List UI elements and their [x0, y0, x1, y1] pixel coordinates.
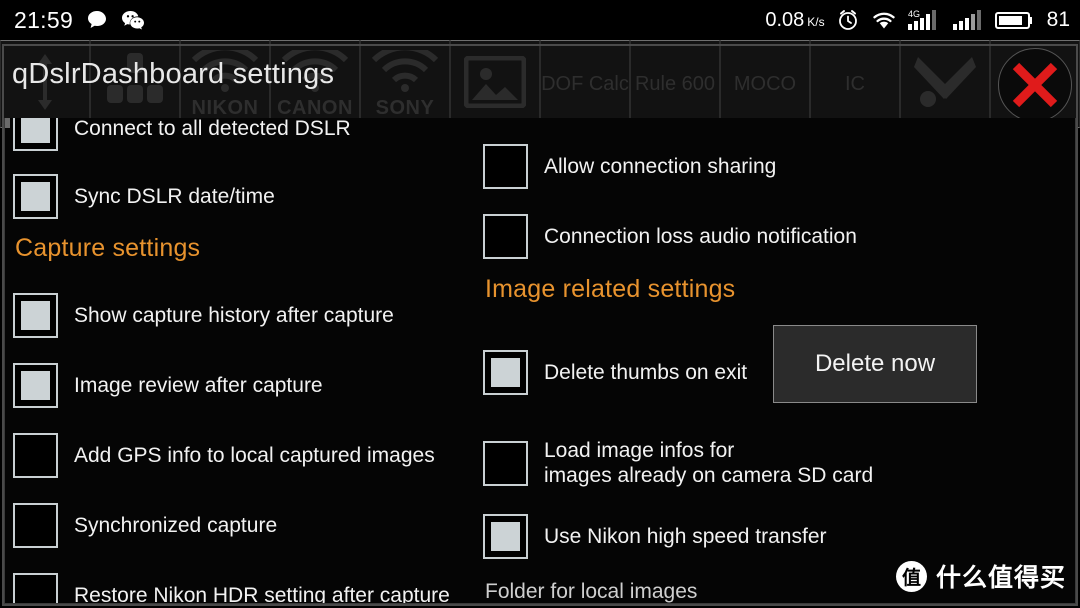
setting-label: Connection loss audio notification [544, 225, 857, 248]
status-bar: 21:59 0.08 K/s 4G 81 [0, 0, 1080, 40]
wechat-icon [121, 9, 145, 31]
setting-label: Add GPS info to local captured images [74, 444, 435, 467]
close-x-icon [1004, 54, 1066, 116]
checkbox[interactable] [483, 514, 528, 559]
tools-icon [912, 53, 978, 116]
network-speed-unit: K/s [807, 14, 825, 29]
setting-add-gps-info[interactable]: Add GPS info to local captured images [13, 433, 483, 478]
status-bar-left: 21:59 [14, 7, 145, 34]
setting-label-folder-for-local-images: Folder for local images [485, 580, 698, 603]
checkbox[interactable] [13, 573, 58, 603]
tab-sony[interactable]: SONY [360, 40, 450, 128]
wifi-icon [371, 43, 439, 97]
tab-moco[interactable]: MOCO [720, 40, 810, 128]
signal-icon [952, 8, 983, 32]
tab-ic[interactable]: IC [810, 40, 900, 128]
setting-label: Connect to all detected DSLR [74, 118, 351, 140]
wifi-icon [871, 9, 897, 31]
signal-4g-icon: 4G [907, 8, 942, 32]
setting-sync-dslr-datetime[interactable]: Sync DSLR date/time [13, 174, 483, 219]
scrollbar-thumb[interactable] [5, 118, 10, 128]
setting-image-review-after-capture[interactable]: Image review after capture [13, 363, 483, 408]
watermark: 值 什么值得买 [895, 558, 1066, 594]
status-bar-right: 0.08 K/s 4G 81 [765, 8, 1070, 32]
checkbox[interactable] [13, 503, 58, 548]
tab-label: Rule 600 [634, 73, 716, 95]
checkbox[interactable] [13, 363, 58, 408]
checkbox[interactable] [483, 350, 528, 395]
checkbox[interactable] [483, 214, 528, 259]
setting-label: Show capture history after capture [74, 304, 394, 327]
delete-now-button[interactable]: Delete now [773, 325, 977, 403]
settings-content: Connect to all detected DSLR Sync DSLR d… [4, 118, 1076, 604]
setting-restore-nikon-hdr[interactable]: Restore Nikon HDR setting after capture [13, 573, 483, 604]
tab-label: IC [845, 73, 865, 95]
tab-rule-600[interactable]: Rule 600 [630, 40, 720, 128]
setting-synchronized-capture[interactable]: Synchronized capture [13, 503, 483, 548]
tab-label: MOCO [733, 73, 797, 95]
setting-connection-loss-audio[interactable]: Connection loss audio notification [483, 214, 953, 259]
checkbox[interactable] [13, 293, 58, 338]
setting-label: Load image infos for images already on c… [544, 439, 874, 487]
setting-label: Sync DSLR date/time [74, 185, 275, 208]
setting-label: Restore Nikon HDR setting after capture [74, 584, 450, 604]
setting-show-capture-history[interactable]: Show capture history after capture [13, 293, 483, 338]
tab-label: DOF Calc [541, 73, 629, 95]
setting-connect-all-dslr[interactable]: Connect to all detected DSLR [13, 118, 483, 151]
setting-allow-connection-sharing[interactable]: Allow connection sharing [483, 144, 953, 189]
checkbox[interactable] [13, 174, 58, 219]
settings-column-right: Allow connection sharing Connection loss… [483, 118, 977, 603]
tab-label: CANON [277, 96, 353, 119]
chat-bubble-icon [86, 9, 108, 31]
settings-column-left: Connect to all detected DSLR Sync DSLR d… [13, 118, 483, 604]
section-heading-image-related-settings: Image related settings [485, 275, 736, 303]
setting-use-nikon-high-speed-transfer[interactable]: Use Nikon high speed transfer [483, 514, 953, 559]
battery-icon [994, 9, 1034, 31]
checkbox[interactable] [483, 144, 528, 189]
tab-label: NIKON [191, 96, 259, 119]
checkbox[interactable] [13, 118, 58, 151]
page-title: qDslrDashboard settings [12, 58, 335, 90]
image-icon [463, 55, 527, 113]
alarm-clock-icon [836, 8, 860, 32]
status-clock: 21:59 [14, 6, 74, 33]
setting-label: Image review after capture [74, 374, 323, 397]
setting-label: Delete thumbs on exit [544, 361, 748, 384]
tab-dof-calc[interactable]: DOF Calc [540, 40, 630, 128]
battery-level: 81 [1046, 8, 1070, 31]
section-heading-capture-settings: Capture settings [15, 234, 201, 262]
setting-label: Allow connection sharing [544, 155, 777, 178]
watermark-badge: 值 [895, 560, 927, 592]
svg-text:4G: 4G [908, 9, 920, 19]
checkbox[interactable] [13, 433, 58, 478]
network-speed-value: 0.08 [765, 8, 805, 31]
checkbox[interactable] [483, 440, 528, 486]
close-button[interactable] [998, 48, 1072, 122]
setting-load-image-infos[interactable]: Load image infos for images already on c… [483, 438, 953, 488]
tab-images[interactable] [450, 40, 540, 128]
tab-label: SONY [375, 96, 435, 119]
setting-label: Use Nikon high speed transfer [544, 525, 827, 548]
screen: 21:59 0.08 K/s 4G 81 NIKON CANON SONY DO… [0, 0, 1080, 608]
watermark-text: 什么值得买 [935, 564, 1066, 592]
setting-label: Synchronized capture [74, 514, 278, 537]
tab-tools[interactable] [900, 40, 990, 128]
network-speed: 0.08 K/s [765, 9, 824, 32]
